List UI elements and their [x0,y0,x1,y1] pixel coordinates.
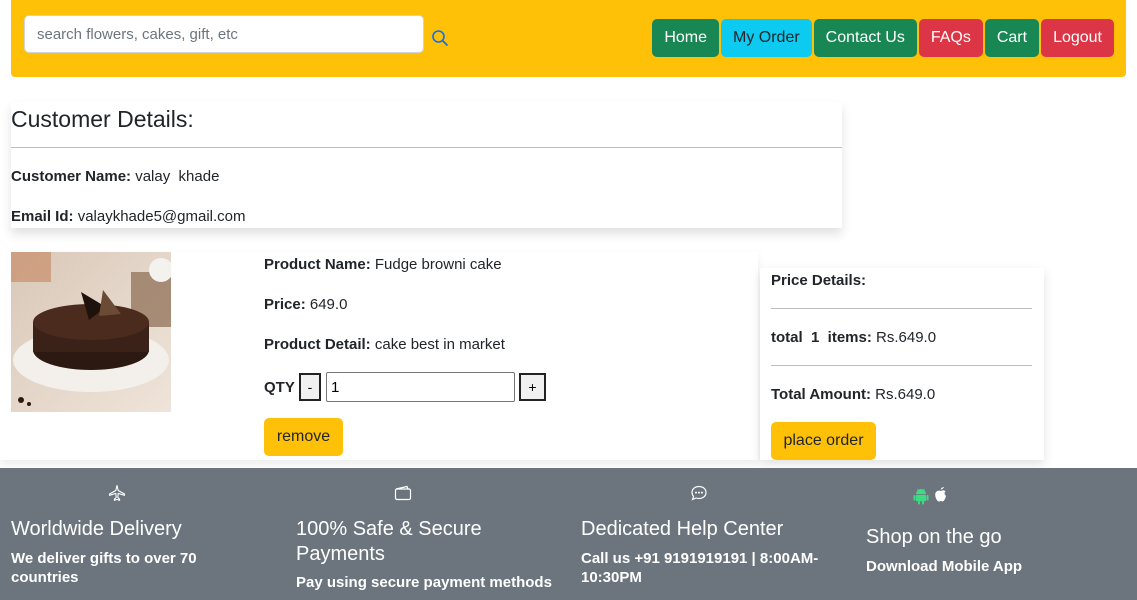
feature-subtitle: Download Mobile App [866,558,1023,575]
feature-title: Worldwide Delivery [11,518,182,540]
cart-product-card: Product Name: Fudge browni cake Price: 6… [0,252,758,460]
apple-icon[interactable] [933,486,949,504]
price-details-card: Price Details: total 1 items: Rs.649.0 T… [760,268,1044,460]
total-items-row: total 1 items: Rs.649.0 [771,329,936,346]
search-icon [432,29,448,46]
qty-decrement-button[interactable]: - [299,373,321,401]
feature-title: Shop on the go [866,526,1002,548]
product-price-label: Price: [264,296,306,313]
feature-subtitle: We deliver gifts to over 70 countries [11,550,197,586]
total-items-value: Rs.649.0 [876,329,937,346]
email-value: valaykhade5@gmail.com [77,208,246,225]
total-amount-value: Rs.649.0 [875,386,936,403]
product-price-row: Price: 649.0 [264,296,347,313]
feature-subtitle: Call us +91 9191919191 | 8:00AM-10:30PM [581,550,819,586]
feature-subtitle: Pay using secure payment methods [296,574,552,591]
top-navbar: Home My Order Contact Us FAQs Cart Logou… [11,0,1126,77]
divider [771,365,1032,366]
nav-menu: Home My Order Contact Us FAQs Cart Logou… [652,19,1114,57]
place-order-button[interactable]: place order [771,422,876,460]
price-details-title: Price Details: [771,272,867,289]
total-amount-row: Total Amount: Rs.649.0 [771,386,935,403]
total-items-label: total 1 items: [771,329,872,346]
my-order-button[interactable]: My Order [721,19,812,57]
product-name-label: Product Name: [264,256,371,273]
product-price-value: 649.0 [309,296,348,313]
divider [11,147,842,148]
remove-button[interactable]: remove [264,418,343,456]
product-image[interactable] [11,252,171,412]
product-detail-row: Product Detail: cake best in market [264,336,505,353]
plane-icon [108,484,126,501]
home-button[interactable]: Home [652,19,719,57]
chat-icon [691,485,707,501]
wallet-icon [394,485,412,501]
qty-input[interactable] [326,372,515,402]
product-detail-value: cake best in market [374,336,505,353]
customer-name-row: Customer Name: valay khade [11,168,219,185]
footer: Worldwide Delivery We deliver gifts to o… [0,468,1137,600]
product-name-row: Product Name: Fudge browni cake [264,256,502,273]
android-icon[interactable] [913,487,929,505]
cart-button[interactable]: Cart [984,19,1040,57]
email-row: Email Id: valaykhade5@gmail.com [11,208,246,225]
feature-title: 100% Safe & Secure Payments [296,518,482,565]
total-amount-label: Total Amount: [771,386,871,403]
feature-title: Dedicated Help Center [581,518,784,540]
search-input[interactable] [24,15,424,53]
qty-increment-button[interactable]: + [519,373,546,401]
customer-details-title: Customer Details: [11,106,194,132]
product-detail-label: Product Detail: [264,336,371,353]
faqs-button[interactable]: FAQs [918,19,983,57]
divider [771,308,1032,309]
search-button[interactable] [429,28,451,50]
contact-us-button[interactable]: Contact Us [813,19,917,57]
customer-details-card: Customer Details: Customer Name: valay k… [11,102,842,228]
customer-name-label: Customer Name: [11,168,132,185]
qty-label: QTY [264,379,295,396]
email-label: Email Id: [11,208,74,225]
customer-name-value: valay khade [135,168,220,185]
logout-button[interactable]: Logout [1041,19,1114,57]
product-name-value: Fudge browni cake [374,256,502,273]
